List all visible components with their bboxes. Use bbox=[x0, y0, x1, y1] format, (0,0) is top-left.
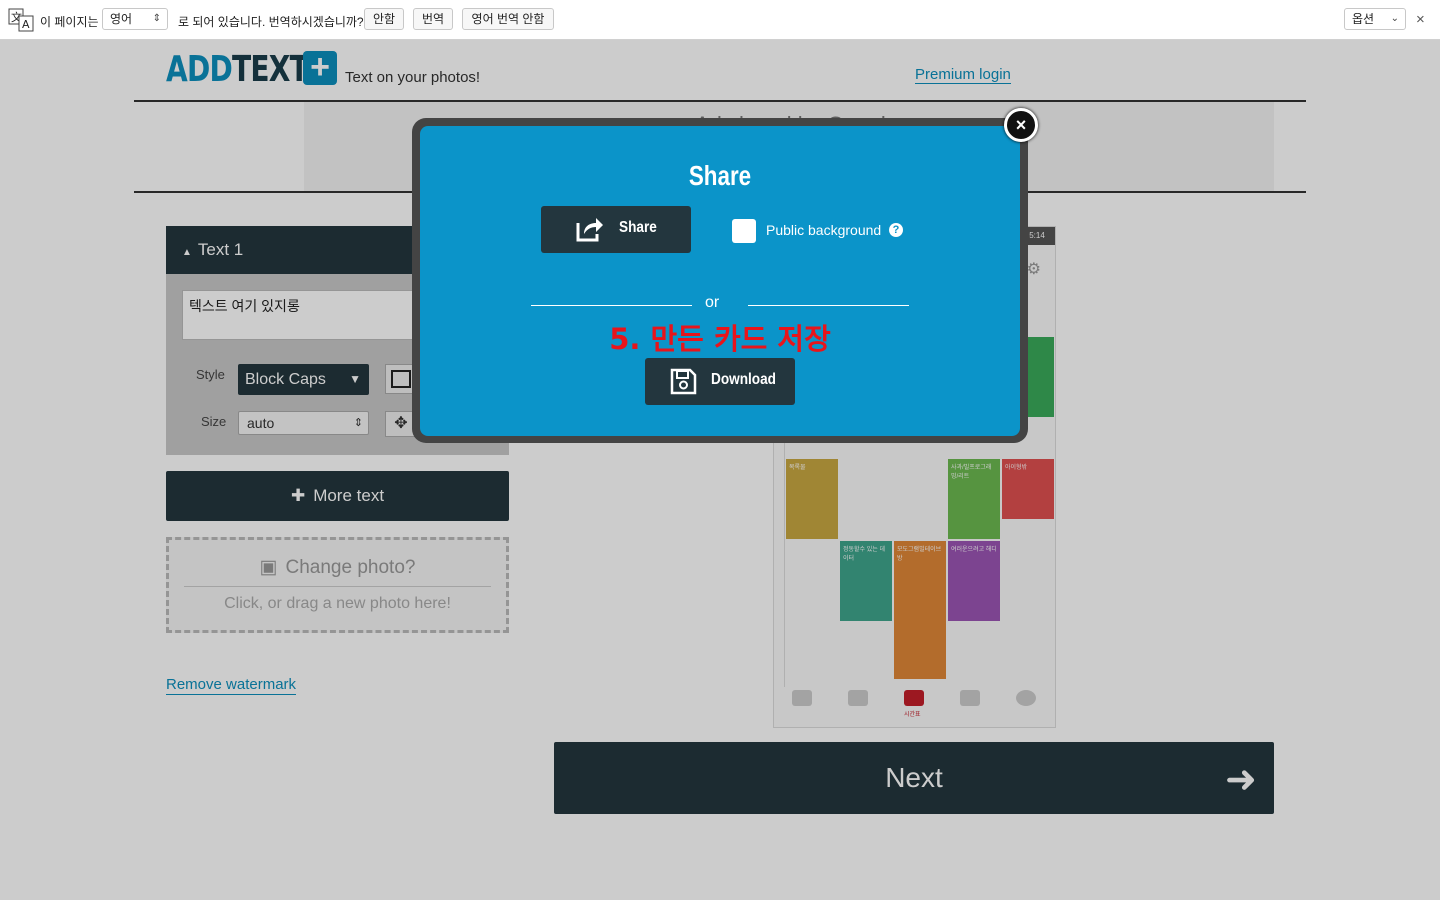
instruction-annotation: 5. 만든 카드 저장 bbox=[609, 322, 831, 356]
share-modal: Share Share Public background ? or 5. 만든… bbox=[420, 126, 1020, 436]
or-divider-right bbox=[748, 305, 909, 306]
close-modal-button[interactable]: × bbox=[1004, 108, 1038, 142]
download-button[interactable]: Download bbox=[645, 358, 795, 405]
translate-message: 로 되어 있습니다. 번역하시겠습니까? bbox=[178, 15, 364, 29]
options-select[interactable]: 옵션 ⌄ bbox=[1344, 8, 1406, 30]
share-button[interactable]: Share bbox=[541, 206, 691, 253]
close-translate-button[interactable]: × bbox=[1416, 11, 1425, 28]
modal-title: Share bbox=[688, 160, 752, 191]
svg-text:A: A bbox=[22, 18, 30, 31]
chevron-down-icon: ⌄ bbox=[1390, 13, 1399, 24]
no-translate-button[interactable]: 안함 bbox=[364, 8, 404, 30]
or-label: or bbox=[705, 294, 720, 311]
share-icon bbox=[576, 218, 603, 242]
language-value: 영어 bbox=[110, 12, 133, 26]
save-icon bbox=[670, 368, 697, 395]
public-background-label: Public background bbox=[766, 222, 882, 238]
download-label: Download bbox=[711, 371, 776, 388]
translate-icon: 文A bbox=[8, 8, 35, 32]
translate-button[interactable]: 번역 bbox=[413, 8, 453, 30]
language-select[interactable]: 영어 ⇕ bbox=[102, 8, 168, 30]
help-icon[interactable]: ? bbox=[889, 223, 903, 237]
translate-bar: 文A 이 페이지는 영어 ⇕ 로 되어 있습니다. 번역하시겠습니까? 안함 번역… bbox=[0, 0, 1440, 40]
public-background-checkbox[interactable] bbox=[732, 219, 756, 243]
options-value: 옵션 bbox=[1352, 12, 1375, 26]
or-divider-left bbox=[531, 305, 692, 306]
translate-prefix: 이 페이지는 bbox=[40, 15, 99, 29]
share-label: Share bbox=[619, 219, 657, 236]
never-translate-button[interactable]: 영어 번역 안함 bbox=[462, 8, 554, 30]
updown-icon: ⇕ bbox=[152, 13, 161, 24]
